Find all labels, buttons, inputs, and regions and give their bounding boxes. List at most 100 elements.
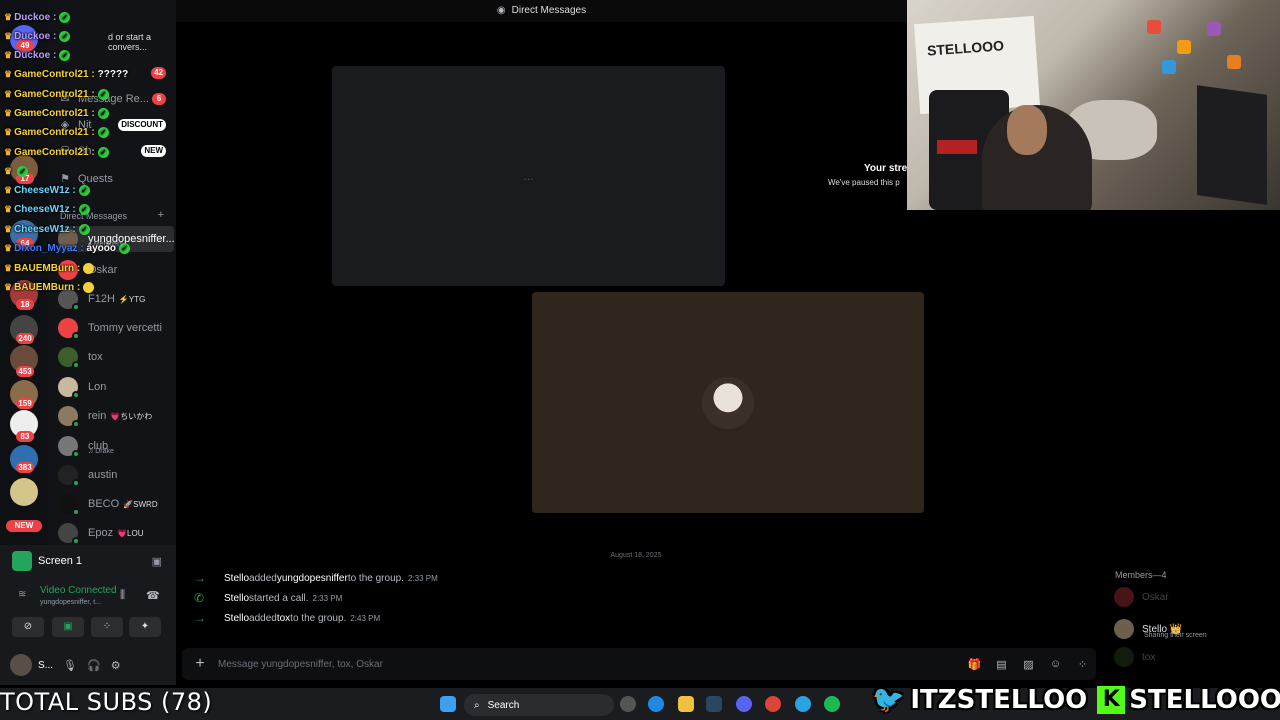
message-list: → Stello added yungdopesniffer to the gro… — [176, 562, 1096, 642]
activities-button[interactable]: ⁘ — [91, 617, 123, 637]
gear-icon[interactable]: ⚙ — [111, 659, 121, 672]
chat-username: Duckoe : — [14, 11, 57, 23]
headphones-icon[interactable]: 🎧 — [87, 659, 101, 672]
screen-share-tile[interactable]: Screen 1 ▣ — [12, 549, 162, 573]
check-emote-icon: ✓ — [97, 88, 109, 100]
wall-sticker — [1162, 60, 1176, 74]
smile-emote-icon — [83, 262, 95, 274]
noise-suppression-icon[interactable]: ⫼ — [120, 589, 125, 602]
avatar — [58, 523, 80, 545]
message-text: to the group. — [290, 612, 347, 624]
member-name: tox — [1142, 651, 1156, 663]
dm-item[interactable]: Epoz 💗LOU — [58, 520, 174, 545]
chat-line: ♛ BAUEMBurn : — [4, 260, 95, 276]
member-name: Oskar — [1142, 591, 1169, 603]
spotify-icon[interactable] — [824, 696, 840, 712]
chat-username: GameControl21 : — [14, 126, 95, 138]
avatar[interactable] — [10, 654, 32, 676]
microphone-icon[interactable]: 🎙 — [63, 659, 77, 672]
kick-icon: K — [1097, 686, 1126, 714]
member-item[interactable]: Stello 👑 Sharing their screen — [1114, 616, 1274, 642]
avatar — [58, 465, 80, 487]
chat-line: ♛ GameControl21 :????? — [4, 66, 128, 82]
windows-start-icon[interactable] — [440, 696, 456, 712]
chair-accent — [937, 140, 977, 154]
member-item[interactable]: tox — [1114, 644, 1274, 670]
screen-label: Screen 1 — [38, 555, 83, 567]
dm-item[interactable]: Lon — [58, 374, 174, 400]
crown-icon: ♛ — [4, 146, 13, 157]
share-screen-button[interactable]: ▣ — [52, 617, 84, 637]
edge-icon[interactable] — [648, 696, 664, 712]
dm-item[interactable]: austin — [58, 462, 174, 488]
message-actor[interactable]: Stello — [224, 573, 249, 584]
chat-username: CheeseW1z : — [14, 223, 76, 235]
system-message: → Stello added tox to the group. 2:43 PM — [194, 609, 380, 627]
monitor — [1197, 85, 1267, 205]
total-subs-overlay: TOTAL SUBS (78) — [0, 688, 213, 716]
sticker-icon[interactable]: ▨ — [1015, 658, 1042, 671]
message-composer[interactable]: + Message yungdopesniffer, tox, Oskar 🎁 … — [182, 648, 1096, 680]
wall-sticker — [1177, 40, 1191, 54]
soundboard-button[interactable]: ✦ — [129, 617, 161, 637]
crown-icon: ♛ — [4, 126, 13, 137]
member-item[interactable]: Oskar — [1114, 584, 1274, 610]
popout-icon[interactable]: ▣ — [152, 555, 162, 568]
check-emote-icon: ✓ — [59, 49, 71, 61]
gift-icon[interactable]: 🎁 — [961, 658, 988, 671]
chat-username: BAUEMBurn : — [14, 281, 81, 293]
voice-panel: Screen 1 ▣ ≋ Video Connected yungdopesni… — [0, 545, 176, 685]
avatar — [58, 318, 80, 340]
message-text: to the group. — [347, 572, 404, 584]
obs-icon[interactable] — [620, 696, 636, 712]
dm-tag: 💗LOU — [117, 528, 144, 538]
crown-icon: ♛ — [4, 11, 13, 22]
status-dot — [72, 450, 80, 458]
server-mention-badge: 453 — [16, 366, 34, 377]
chat-line: ♛ Duckoe : ✓ — [4, 28, 71, 44]
emoji-icon[interactable]: ☺ — [1042, 658, 1069, 670]
crown-icon: ♛ — [4, 68, 13, 79]
steam-icon[interactable] — [706, 696, 722, 712]
taskbar-search[interactable]: ⌕ Search — [464, 694, 614, 716]
loading-dots: ... — [523, 169, 534, 183]
wall-sticker — [1147, 20, 1161, 34]
chat-line: ♛ CheeseW1z : ✓ — [4, 201, 90, 217]
dm-item[interactable]: rein 💗ちいかわ — [58, 403, 174, 429]
disconnect-icon[interactable]: ☎ — [146, 589, 160, 602]
telegram-icon[interactable] — [795, 696, 811, 712]
message-actor[interactable]: Stello — [224, 613, 249, 624]
server-icon[interactable] — [10, 478, 38, 506]
dm-item[interactable]: tox — [58, 344, 174, 370]
status-dot — [72, 479, 80, 487]
message-target[interactable]: yungdopesniffer — [277, 573, 348, 584]
call-tile-loading[interactable]: ... — [332, 66, 725, 286]
chrome-icon[interactable] — [765, 696, 781, 712]
crown-icon: ♛ — [4, 30, 13, 41]
chat-username: GameControl21 : — [14, 88, 95, 100]
dm-tag: 🚀SWRD — [123, 499, 158, 509]
dm-subtitle: ♫ Drake — [88, 448, 114, 455]
wall-sticker — [1227, 55, 1241, 69]
dm-item[interactable]: Tommy vercetti — [58, 315, 174, 341]
message-text: added — [249, 572, 277, 584]
dm-item[interactable]: club ♫ Drake — [58, 433, 174, 459]
message-target[interactable]: tox — [277, 613, 290, 624]
file-explorer-icon[interactable] — [678, 696, 694, 712]
voice-status[interactable]: Video Connected — [40, 585, 117, 596]
status-dot — [72, 361, 80, 369]
call-tile-user[interactable] — [532, 292, 924, 513]
gif-icon[interactable]: ▤ — [988, 658, 1015, 671]
crown-icon: ♛ — [4, 184, 13, 195]
message-actor[interactable]: Stello — [224, 593, 249, 604]
apps-icon[interactable]: ⁘ — [1069, 658, 1096, 671]
message-input[interactable]: Message yungdopesniffer, tox, Oskar — [218, 659, 961, 670]
status-dot — [72, 332, 80, 340]
upload-plus-icon[interactable]: + — [182, 655, 218, 673]
stream-chat-overlay: ♛ Duckoe : ✓ ♛ Duckoe : ✓ ♛ Duckoe : ✓ ♛ GameContr… — [0, 0, 180, 300]
camera-off-button[interactable]: ⊘ — [12, 617, 44, 637]
dm-item[interactable]: BECO 🚀SWRD — [58, 491, 174, 517]
chat-line: ♛ BAUEMBurn : — [4, 279, 95, 295]
check-emote-icon: ✓ — [97, 126, 109, 138]
discord-taskbar-icon[interactable] — [736, 696, 752, 712]
